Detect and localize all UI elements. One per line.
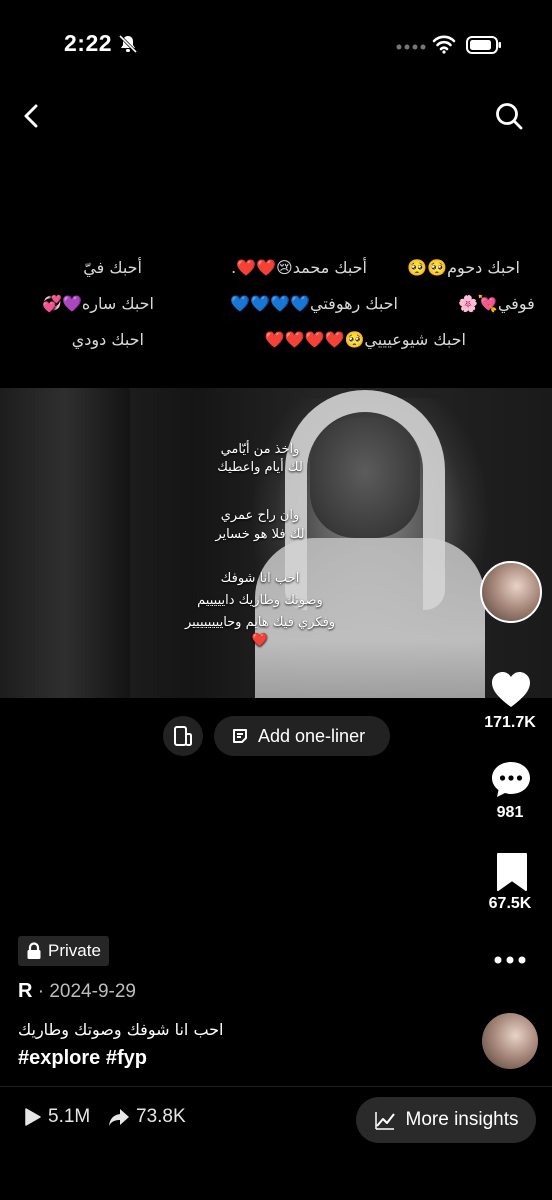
play-icon bbox=[25, 1108, 41, 1126]
lock-icon bbox=[27, 942, 41, 959]
shares-stat: 73.8K bbox=[108, 1106, 186, 1128]
meta-separator: · bbox=[37, 981, 50, 1002]
creator-avatar[interactable] bbox=[480, 561, 542, 623]
post-meta: R · 2024-9-29 bbox=[18, 980, 136, 1003]
footer-divider bbox=[0, 1086, 552, 1087]
saves-count: 67.5K bbox=[488, 895, 532, 912]
video-lyric: واخذ من أيّامي bbox=[220, 442, 300, 457]
signal-dots-icon bbox=[396, 44, 426, 50]
video-frame[interactable]: واخذ من أيّامي لك أيام واعطيك وان راح عم… bbox=[0, 388, 552, 698]
add-one-liner-button[interactable]: Add one-liner bbox=[214, 716, 390, 756]
video-lyric: وفكري فيك هايم وحايييييييير bbox=[184, 615, 336, 630]
post-date: 2024-9-29 bbox=[49, 981, 136, 1002]
wifi-icon bbox=[432, 35, 456, 54]
status-time: 2:22 bbox=[64, 30, 113, 56]
more-insights-label: More insights bbox=[405, 1109, 519, 1130]
video-lyric: لك فلا هو خساير bbox=[215, 527, 305, 542]
heart-icon[interactable] bbox=[489, 668, 533, 712]
back-icon[interactable] bbox=[18, 102, 46, 130]
orientation-toggle-button[interactable] bbox=[163, 716, 203, 756]
video-banner bbox=[0, 388, 130, 698]
search-icon[interactable] bbox=[494, 101, 524, 131]
video-lyric: لك أيام واعطيك bbox=[217, 460, 303, 475]
post-hashtags[interactable]: #explore #fyp bbox=[18, 1047, 147, 1070]
overlay-text: احبك دودي bbox=[71, 330, 144, 349]
likes-count: 171.7K bbox=[484, 714, 536, 731]
video-lyric: احب انا شوفك bbox=[220, 571, 300, 586]
shares-count: 73.8K bbox=[136, 1106, 186, 1127]
battery-icon bbox=[466, 36, 501, 54]
analytics-icon bbox=[374, 1112, 395, 1130]
author-name[interactable]: R bbox=[18, 980, 32, 1002]
overlay-text: أحبك محمد😢❤️❤️. bbox=[231, 258, 367, 277]
more-options-icon[interactable] bbox=[493, 952, 527, 968]
video-lyric: ❤️ bbox=[251, 633, 269, 648]
overlay-text: احبك رهوفتي💙💙💙💙 bbox=[230, 294, 398, 313]
overlay-text: 🌸💘فوفي bbox=[458, 294, 535, 313]
bell-muted-icon bbox=[118, 34, 138, 54]
user-avatar[interactable] bbox=[482, 1013, 538, 1069]
overlay-text: احبك شيوعيييي🥺❤️❤️❤️❤️ bbox=[264, 330, 466, 349]
privacy-badge: Private bbox=[18, 936, 109, 966]
rotate-screen-icon bbox=[174, 726, 192, 746]
plays-stat: 5.1M bbox=[22, 1106, 90, 1128]
comment-icon[interactable] bbox=[489, 758, 533, 802]
post-caption: احب انا شوفك وصوتك وطاريك bbox=[18, 1020, 224, 1039]
video-lyric: وصوتك وطاريك دايييييم bbox=[197, 593, 323, 608]
overlay-text: احبك دحوم🥺🥺 bbox=[407, 258, 520, 277]
video-lyric: وان راح عمري bbox=[220, 508, 300, 523]
share-arrow-icon bbox=[109, 1109, 129, 1126]
one-liner-icon bbox=[233, 729, 247, 743]
add-one-liner-label: Add one-liner bbox=[258, 725, 366, 746]
overlay-text: احبك ساره💜💞 bbox=[42, 294, 154, 313]
overlay-text: أحبك فيّ bbox=[83, 258, 142, 277]
plays-count: 5.1M bbox=[48, 1106, 91, 1127]
privacy-label: Private bbox=[48, 941, 101, 960]
bookmark-icon[interactable] bbox=[490, 850, 534, 894]
more-insights-button[interactable]: More insights bbox=[356, 1097, 536, 1143]
comments-count: 981 bbox=[496, 804, 524, 821]
